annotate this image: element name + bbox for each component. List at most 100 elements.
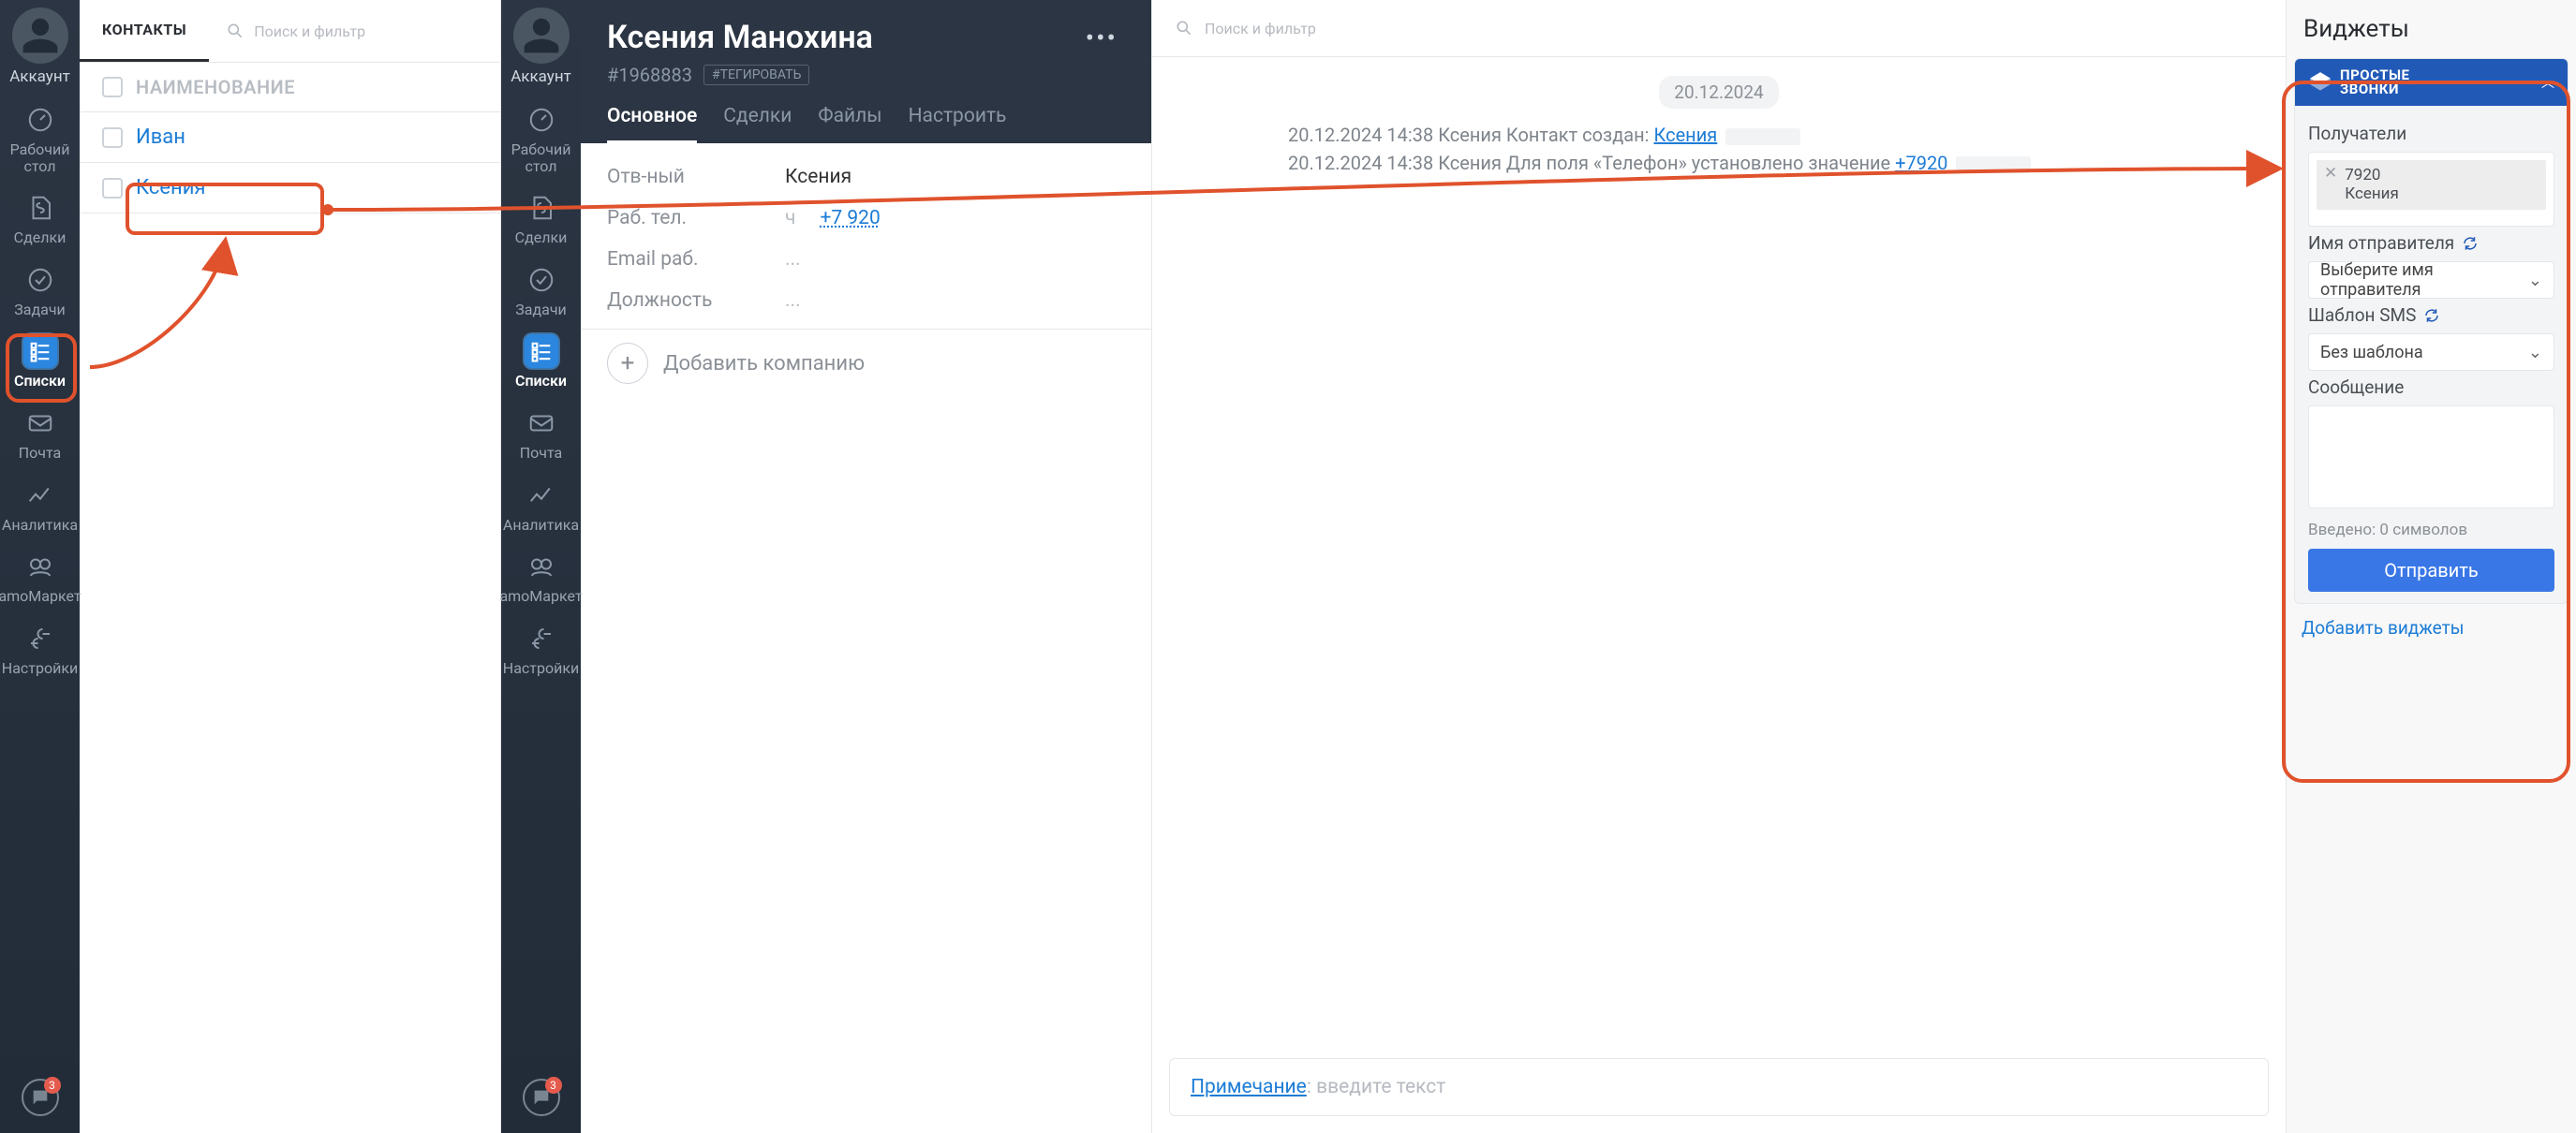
contact-row[interactable]: Иван (80, 112, 500, 163)
search-icon (226, 22, 244, 40)
nav-item-deals[interactable]: Сделки (0, 191, 80, 246)
nav-item-mail[interactable]: Почта (501, 406, 581, 462)
add-company-button[interactable]: + Добавить компанию (607, 343, 1125, 384)
chat-button[interactable]: 3 (22, 1079, 59, 1116)
col-name-label: НАИМЕНОВАНИЕ (136, 76, 295, 98)
tag-button[interactable]: #ТЕГИРОВАТЬ (703, 65, 809, 85)
secondary-nav: Аккаунт Рабочий стол Сделки Задачи Списк… (501, 0, 581, 1133)
nav-item-tasks[interactable]: Задачи (0, 263, 80, 318)
refresh-icon[interactable] (2462, 235, 2479, 252)
field-label: Email раб. (607, 248, 766, 271)
recipients-input[interactable]: ✕ 7920 Ксения (2308, 152, 2554, 227)
settings-icon (23, 622, 57, 655)
nav-label: Аналитика (503, 517, 579, 534)
field-value[interactable]: ... (785, 289, 801, 312)
field-value[interactable]: ... (785, 248, 801, 271)
nav-item-dashboard[interactable]: Рабочий стол (0, 103, 80, 174)
divider (581, 329, 1151, 330)
remove-recipient-icon[interactable]: ✕ (2324, 166, 2337, 182)
log-link[interactable]: Ксения (1654, 124, 1718, 146)
row-checkbox[interactable] (102, 127, 123, 148)
nav-item-settings[interactable]: Настройки (0, 622, 80, 677)
tab-configure[interactable]: Настроить (909, 105, 1007, 143)
recipients-label: Получатели (2308, 123, 2554, 144)
field-responsible: Отв-ный Ксения (607, 156, 1125, 198)
sender-select[interactable]: Выберите имя отправителя ⌄ (2308, 261, 2554, 299)
nav-item-analytics[interactable]: Аналитика (0, 478, 80, 534)
nav-item-market[interactable]: amoМаркет (0, 550, 80, 605)
date-pill: 20.12.2024 (1659, 76, 1778, 109)
template-select[interactable]: Без шаблона ⌄ (2308, 333, 2554, 371)
tab-main[interactable]: Основное (607, 105, 697, 143)
account-label[interactable]: Аккаунт (511, 67, 571, 86)
sender-label: Имя отправителя (2308, 232, 2554, 254)
template-label: Шаблон SMS (2308, 304, 2554, 326)
chat-badge: 3 (44, 1077, 61, 1094)
log-text: Контакт создан: (1506, 124, 1650, 146)
timeline-search[interactable]: Поиск и фильтр (1152, 0, 2286, 57)
account-avatar[interactable] (12, 7, 68, 64)
nav-item-mail[interactable]: Почта (0, 406, 80, 462)
nav-item-lists[interactable]: Списки (501, 334, 581, 390)
log-user: Ксения (1438, 152, 1502, 174)
account-label[interactable]: Аккаунт (9, 67, 70, 86)
nav-label: Рабочий стол (10, 141, 70, 174)
search-icon (1175, 19, 1193, 37)
nav-bottom: 3 (22, 1079, 59, 1116)
person-icon (20, 15, 61, 56)
message-textarea[interactable] (2308, 405, 2554, 508)
field-position: Должность ... (607, 280, 1125, 321)
deals-icon (23, 191, 57, 225)
select-value: Выберите имя отправителя (2320, 260, 2528, 300)
select-all-checkbox[interactable] (102, 77, 123, 97)
add-widgets-link[interactable]: Добавить виджеты (2302, 617, 2561, 639)
chevron-up-icon[interactable]: ︿ (2541, 73, 2554, 92)
chat-button[interactable]: 3 (523, 1079, 560, 1116)
nav-item-analytics[interactable]: Аналитика (501, 478, 581, 534)
contact-row[interactable]: Ксения (80, 163, 500, 213)
tasks-icon (525, 263, 558, 297)
chevron-down-icon: ⌄ (2528, 271, 2542, 290)
contacts-search[interactable]: Поиск и фильтр (209, 22, 500, 40)
field-value[interactable]: Ксения (785, 166, 851, 188)
timeline-body: 20.12.2024 20.12.2024 14:38 Ксения Конта… (1152, 57, 2286, 1058)
contact-link[interactable]: Иван (136, 125, 185, 149)
nav-item-tasks[interactable]: Задачи (501, 263, 581, 318)
primary-nav: Аккаунт Рабочий стол Сделки Задачи Списк… (0, 0, 80, 1133)
nav-item-market[interactable]: amoМаркет (501, 550, 581, 605)
widgets-title: Виджеты (2287, 0, 2576, 58)
account-avatar[interactable] (513, 7, 570, 64)
analytics-icon (23, 478, 57, 512)
nav-label: amoМаркет (499, 588, 582, 605)
nav-item-dashboard[interactable]: Рабочий стол (501, 103, 581, 174)
nav-bottom: 3 (523, 1079, 560, 1116)
chat-badge: 3 (545, 1077, 562, 1094)
note-input[interactable]: Примечание: введите текст (1169, 1058, 2269, 1116)
nav-label: Настройки (503, 660, 579, 677)
field-value-link[interactable]: +7 920 (820, 207, 880, 229)
nav-label: Аналитика (2, 517, 78, 534)
nav-item-settings[interactable]: Настройки (501, 622, 581, 677)
send-button[interactable]: Отправить (2308, 549, 2554, 592)
field-work-phone: Раб. тел. ч +7 920 (607, 198, 1125, 239)
log-link[interactable]: +7920 (1895, 152, 1947, 174)
market-icon (23, 550, 57, 583)
contact-link[interactable]: Ксения (136, 176, 206, 199)
tab-deals[interactable]: Сделки (723, 105, 792, 143)
widget-header[interactable]: ПРОСТЫЕЗВОНКИ ︿ (2295, 59, 2568, 106)
widgets-panel: Виджеты ПРОСТЫЕЗВОНКИ ︿ Получатели ✕ 792… (2286, 0, 2576, 1133)
contacts-title[interactable]: КОНТАКТЫ (80, 0, 209, 62)
row-checkbox[interactable] (102, 178, 123, 199)
nav-label: Почта (520, 445, 563, 462)
char-count: Введено: 0 символов (2308, 521, 2554, 539)
contacts-col-header[interactable]: НАИМЕНОВАНИЕ (80, 63, 500, 112)
more-menu-icon[interactable]: ••• (1078, 22, 1125, 53)
contact-name[interactable]: Ксения Манохина (607, 19, 1065, 56)
refresh-icon[interactable] (2423, 307, 2440, 324)
log-text: Для поля «Телефон» установлено значение (1506, 152, 1890, 174)
nav-item-deals[interactable]: Сделки (501, 191, 581, 246)
nav-item-lists[interactable]: Списки (0, 334, 80, 390)
redacted (1725, 128, 1800, 145)
tab-files[interactable]: Файлы (818, 105, 881, 143)
detail-tabs: Основное Сделки Файлы Настроить (607, 105, 1125, 143)
